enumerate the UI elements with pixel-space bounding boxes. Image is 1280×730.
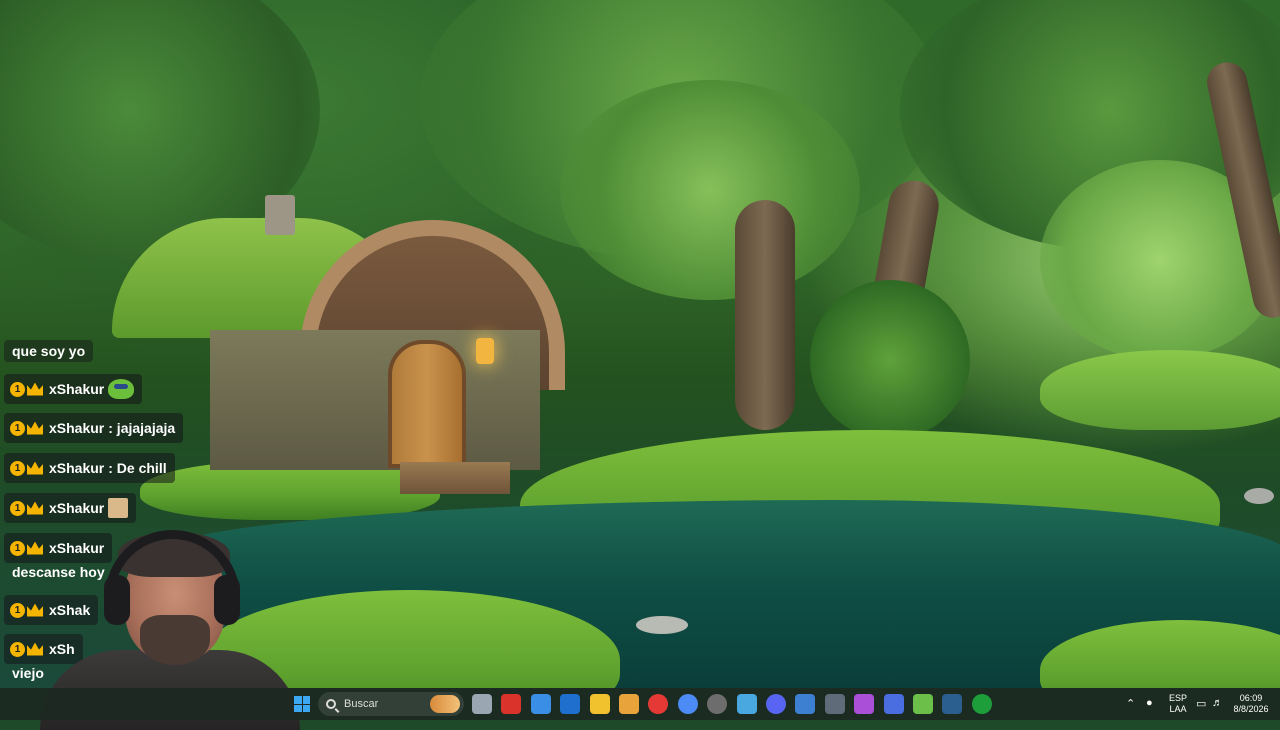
cottage-chimney [265, 195, 295, 235]
clock[interactable]: 06:09 8/8/2026 [1228, 693, 1274, 715]
chrome-icon[interactable] [678, 694, 698, 714]
streamer-beard [140, 615, 210, 665]
app-diamond-icon[interactable] [884, 694, 904, 714]
chat-message: 1 xShakur [4, 493, 137, 523]
headset-earcup [104, 575, 130, 625]
chat-message: 1 xShakur : De chill [4, 453, 175, 483]
chat-username: xShakur [49, 460, 105, 476]
chat-message: 1 xShakur : jajajajaja [4, 413, 184, 443]
photos-icon[interactable] [795, 694, 815, 714]
notepad-icon[interactable] [737, 694, 757, 714]
tree-trunk [735, 200, 795, 430]
android-icon[interactable] [913, 694, 933, 714]
sub-badge-icon: 1 [10, 420, 25, 436]
calculator-icon[interactable] [825, 694, 845, 714]
clock-date: 8/8/2026 [1233, 704, 1269, 714]
cottage-door [388, 340, 466, 468]
chat-message-fragment: que soy yo [4, 340, 94, 362]
calendar-icon[interactable] [531, 694, 551, 714]
chat-text: : De chill [108, 460, 167, 476]
youtube-music-icon[interactable] [648, 694, 668, 714]
windows-start-icon[interactable] [294, 696, 310, 712]
display-icon[interactable]: ▭ [1196, 697, 1206, 710]
volume-icon[interactable]: ♬ [1212, 697, 1223, 709]
chevron-up-icon[interactable]: ⌃ [1126, 697, 1135, 710]
search-placeholder: Buscar [344, 698, 379, 710]
search-highlight-icon [430, 695, 460, 713]
image-emote-icon [108, 498, 129, 518]
taskbar-search-box[interactable]: Buscar [318, 692, 464, 716]
chat-text: : jajajajaja [108, 420, 176, 436]
lantern [476, 338, 494, 364]
grass-meadow [1040, 350, 1280, 430]
chat-username: xShakur [49, 381, 105, 397]
search-icon [326, 699, 336, 709]
xbox-icon[interactable] [972, 694, 992, 714]
outlook-icon[interactable] [560, 694, 580, 714]
river-rock [636, 616, 688, 634]
keyboard-layout: LAA [1169, 704, 1187, 714]
task-view-icon[interactable] [472, 694, 492, 714]
crown-badge-icon [27, 461, 43, 475]
headset-earcup [214, 575, 240, 625]
microphone-icon[interactable]: ● [1146, 697, 1153, 709]
podcast-icon[interactable] [854, 694, 874, 714]
sub-badge-icon: 1 [10, 500, 25, 516]
language-indicator[interactable]: ESP LAA [1166, 693, 1190, 715]
pepe-frog-emote-icon [108, 379, 135, 399]
sub-badge-icon: 1 [10, 460, 25, 476]
steam-icon[interactable] [942, 694, 962, 714]
obs-icon[interactable] [707, 694, 727, 714]
language-code: ESP [1168, 693, 1187, 703]
chat-username: xShakur [49, 500, 105, 516]
taskbar: Buscar ⌃ ● ESP LAA ▭ ♬ 06:09 8/8/2026 [0, 688, 1280, 720]
sub-badge-icon: 1 [10, 381, 25, 397]
discord-icon[interactable] [766, 694, 786, 714]
crown-badge-icon [27, 382, 43, 396]
crown-badge-icon [27, 421, 43, 435]
pdf-icon[interactable] [619, 694, 639, 714]
cottage-steps [400, 462, 510, 494]
file-explorer-icon[interactable] [590, 694, 610, 714]
river-rock [1244, 488, 1274, 504]
bush [810, 280, 970, 440]
app-red-icon[interactable] [501, 694, 521, 714]
tree-canopy [560, 80, 860, 300]
chat-message: 1 xShakur [4, 374, 143, 404]
clock-time: 06:09 [1239, 693, 1263, 703]
crown-badge-icon [27, 501, 43, 515]
chat-username: xShakur [49, 420, 105, 436]
